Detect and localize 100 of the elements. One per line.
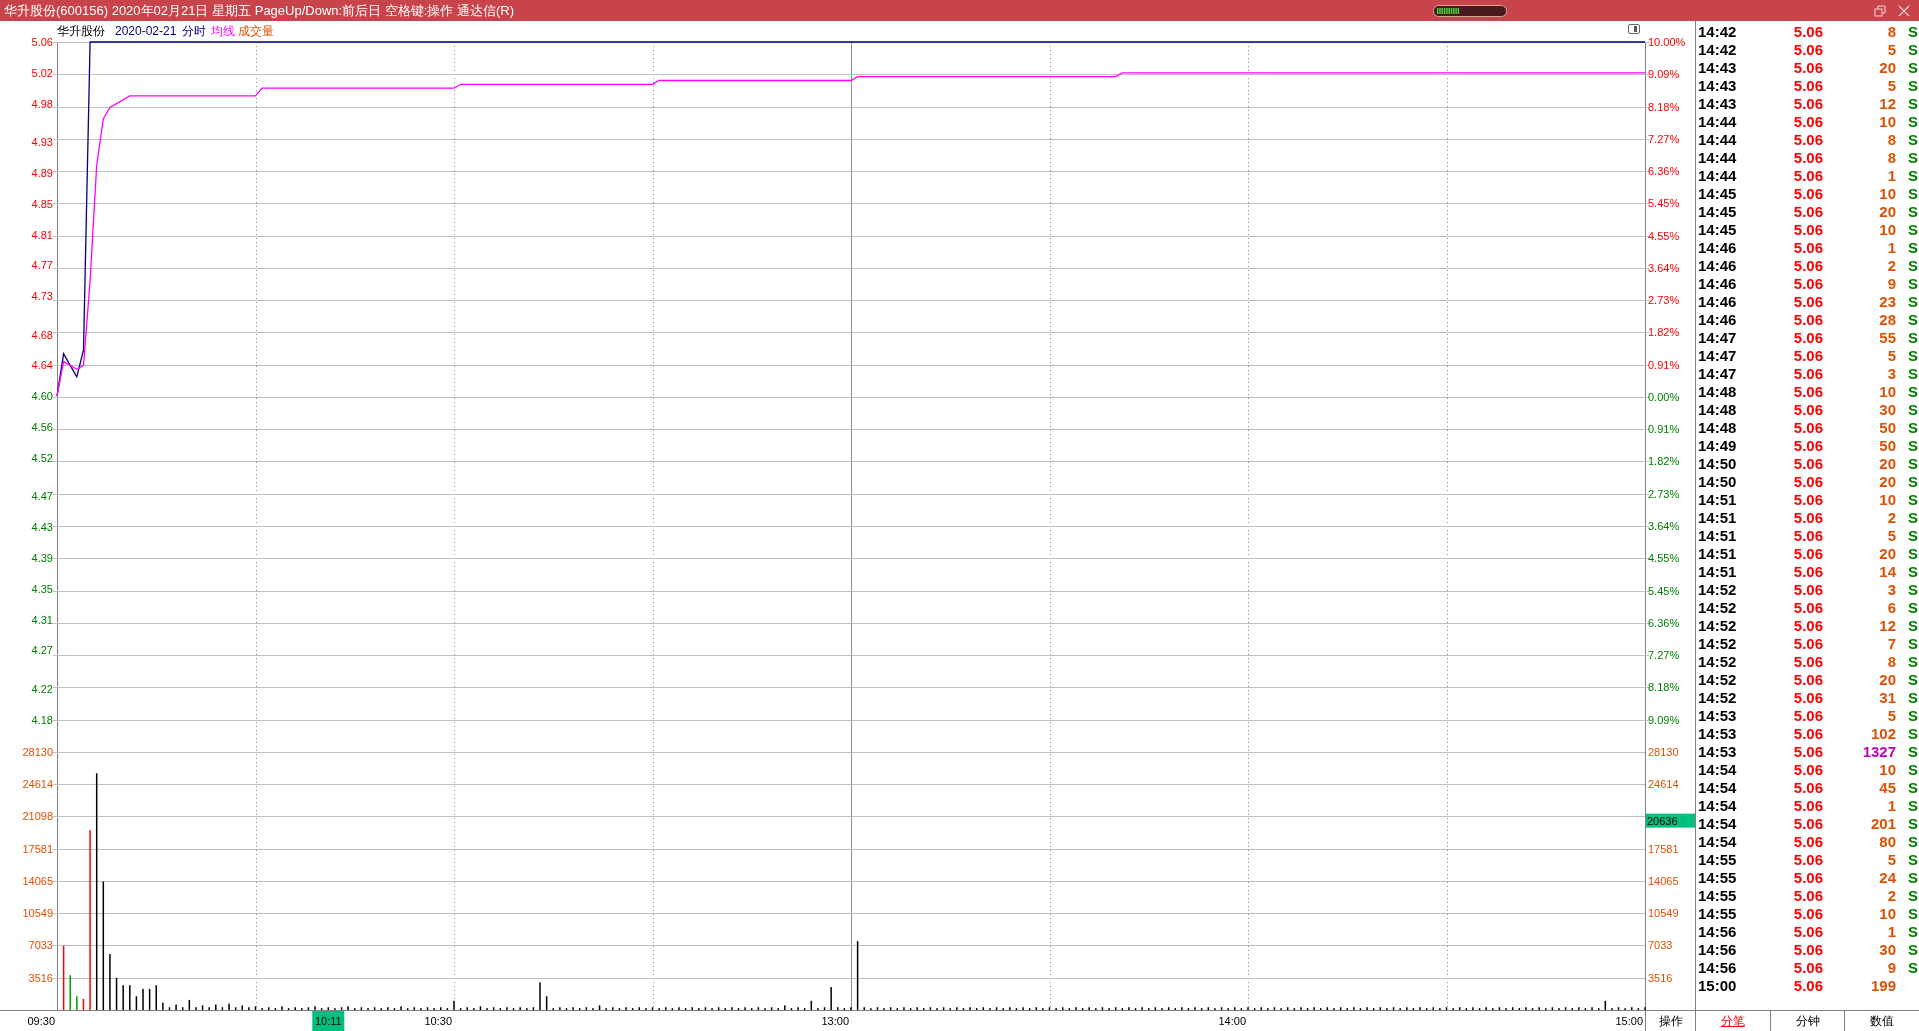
volume-bar	[1220, 1007, 1223, 1010]
trade-price: 5.06	[1792, 724, 1823, 742]
trade-price: 5.06	[1792, 490, 1823, 508]
trade-time: 14:44	[1697, 166, 1738, 184]
trade-time: 14:55	[1697, 886, 1738, 904]
volume-bar	[1048, 1007, 1051, 1010]
trade-price: 5.06	[1792, 112, 1823, 130]
axis-label: 10549	[22, 907, 53, 920]
trade-side: S	[1907, 328, 1919, 346]
trade-price: 5.06	[1792, 760, 1823, 778]
trade-side: S	[1907, 814, 1919, 832]
trade-time: 14:43	[1697, 76, 1738, 94]
trade-side: S	[1907, 760, 1919, 778]
trade-price: 5.06	[1792, 922, 1823, 940]
trade-volume: 8	[1886, 148, 1896, 166]
trade-time: 14:54	[1697, 760, 1738, 778]
trade-time: 14:53	[1697, 742, 1738, 760]
axis-label: 9.09%	[1648, 68, 1680, 81]
axis-label: 4.81	[31, 228, 53, 241]
trade-price: 5.06	[1792, 670, 1823, 688]
legend-label: 成交量	[238, 24, 274, 38]
trade-price: 5.06	[1792, 454, 1823, 472]
volume-bar	[188, 999, 191, 1010]
trade-volume: 1327	[1861, 742, 1896, 760]
trade-time: 14:54	[1697, 778, 1738, 796]
trade-price: 5.06	[1792, 22, 1823, 40]
axis-label: 24614	[22, 778, 53, 791]
trade-side: S	[1907, 742, 1919, 760]
trade-price: 5.06	[1792, 310, 1823, 328]
trade-time: 14:56	[1697, 940, 1738, 958]
trade-price: 5.06	[1792, 130, 1823, 148]
trade-time: 14:53	[1697, 724, 1738, 742]
trade-volume: 12	[1878, 94, 1896, 112]
trade-volume: 8	[1886, 22, 1896, 40]
trade-side: S	[1907, 184, 1919, 202]
trade-price: 5.06	[1792, 166, 1823, 184]
trade-price: 5.06	[1792, 94, 1823, 112]
trade-time: 14:46	[1697, 310, 1738, 328]
trade-time: 14:52	[1697, 688, 1738, 706]
trade-side: S	[1907, 454, 1919, 472]
trade-time: 14:53	[1697, 706, 1738, 724]
trade-side: S	[1907, 130, 1919, 148]
volume-bar	[532, 1007, 535, 1010]
trade-time: 14:51	[1697, 526, 1738, 544]
volume-bar	[62, 945, 65, 1010]
axis-label: 4.68	[31, 328, 53, 341]
volume-bar	[929, 1007, 932, 1010]
axis-label: 14065	[1648, 874, 1679, 887]
trade-side: S	[1907, 940, 1919, 958]
axis-label: 10.00%	[1648, 36, 1686, 48]
volume-bar	[1207, 1007, 1210, 1010]
trade-price: 5.06	[1792, 202, 1823, 220]
trade-side: S	[1907, 670, 1919, 688]
trade-price: 5.06	[1792, 508, 1823, 526]
trade-volume: 8	[1886, 130, 1896, 148]
axis-label: 28130	[22, 745, 53, 758]
axis-label: 7033	[28, 939, 53, 952]
trade-time: 14:52	[1697, 634, 1738, 652]
volume-bar	[704, 1007, 707, 1010]
axis-label: 3.64%	[1648, 261, 1680, 274]
toggle-icon[interactable]	[1628, 24, 1640, 34]
trade-side: S	[1907, 832, 1919, 850]
trade-price: 5.06	[1792, 472, 1823, 490]
trade-volume: 14	[1878, 562, 1896, 580]
trade-volume: 2	[1886, 886, 1896, 904]
trade-time: 14:50	[1697, 472, 1738, 490]
axis-label: 4.73	[31, 290, 53, 303]
trade-time: 14:52	[1697, 580, 1738, 598]
trade-price: 5.06	[1792, 958, 1823, 976]
volume-bar	[1286, 1007, 1289, 1010]
axis-label: 5.45%	[1648, 197, 1680, 210]
trade-side: S	[1907, 58, 1919, 76]
volume-bar	[1167, 1007, 1170, 1010]
trade-volume: 50	[1878, 436, 1896, 454]
trade-volume: 10	[1878, 184, 1896, 202]
trade-price: 5.06	[1792, 328, 1823, 346]
axis-label: 2.73%	[1648, 487, 1680, 500]
axis-label: 4.56	[31, 421, 53, 433]
volume-bar	[1154, 1007, 1157, 1010]
volume-bar	[810, 1000, 813, 1010]
volume-bar	[717, 1007, 720, 1010]
volume-bar	[360, 1007, 363, 1010]
trade-price: 5.06	[1792, 850, 1823, 868]
trade-side: S	[1907, 382, 1919, 400]
trade-price: 5.06	[1792, 652, 1823, 670]
trade-side: S	[1907, 868, 1919, 886]
trade-price: 5.06	[1792, 346, 1823, 364]
trade-volume: 3	[1886, 580, 1896, 598]
trade-price: 5.06	[1792, 238, 1823, 256]
trade-time: 14:46	[1697, 274, 1738, 292]
trade-time: 14:48	[1697, 400, 1738, 418]
trade-side: S	[1907, 40, 1919, 58]
trade-time: 14:56	[1697, 922, 1738, 940]
trade-volume: 28	[1878, 310, 1896, 328]
trade-price: 5.06	[1792, 364, 1823, 382]
axis-label: 3516	[28, 971, 53, 984]
trade-side: S	[1907, 778, 1919, 796]
trade-side: S	[1907, 238, 1919, 256]
trade-price: 5.06	[1792, 562, 1823, 580]
axis-label: 5.02	[31, 66, 53, 79]
